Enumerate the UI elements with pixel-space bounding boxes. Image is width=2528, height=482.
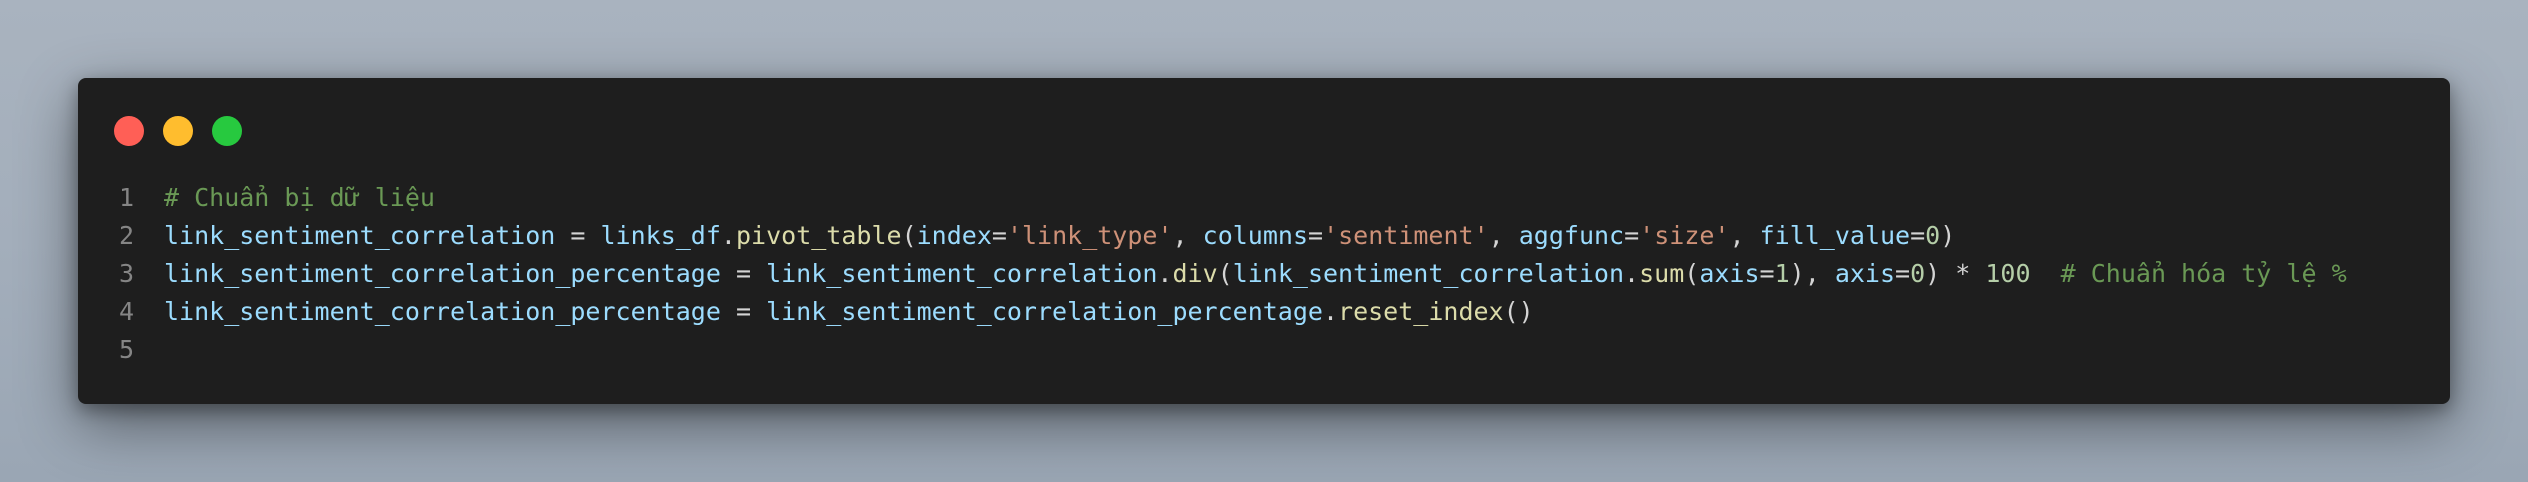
identifier-token: link_sentiment_correlation_percentage: [766, 297, 1323, 326]
operator-token: ,: [1172, 221, 1203, 250]
function-token: reset_index: [1338, 297, 1504, 326]
operator-token: =: [1910, 221, 1926, 250]
line-number: 2: [118, 221, 134, 250]
identifier-token: axis: [1834, 259, 1896, 288]
line-number: 4: [118, 297, 134, 326]
identifier-token: links_df: [600, 221, 721, 250]
operator-token: ): [1940, 221, 1956, 250]
comment-token: # Chuẩn hóa tỷ lệ %: [2060, 259, 2347, 288]
function-token: pivot_table: [735, 221, 902, 250]
operator-token: =: [991, 221, 1007, 250]
line-content: link_sentiment_correlation_percentage = …: [134, 255, 2347, 293]
line-content: link_sentiment_correlation = links_df.pi…: [134, 217, 1955, 255]
identifier-token: index: [916, 221, 992, 250]
operator-token: =: [1624, 221, 1640, 250]
identifier-token: link_sentiment_correlation_percentage: [164, 259, 721, 288]
code-editor[interactable]: 1 # Chuẩn bị dữ liệu 2 link_sentiment_co…: [78, 179, 2450, 369]
operator-token: [2031, 259, 2061, 288]
minimize-dot-icon[interactable]: [163, 116, 193, 146]
operator-token: .: [720, 221, 736, 250]
operator-token: =: [1895, 259, 1911, 288]
line-number: 5: [118, 335, 134, 364]
operator-token: .: [1624, 259, 1640, 288]
operator-token: (: [1684, 259, 1700, 288]
operator-token: ),: [1789, 259, 1835, 288]
operator-token: =: [720, 297, 767, 326]
operator-token: =: [720, 259, 767, 288]
identifier-token: columns: [1202, 221, 1308, 250]
comment-token: # Chuẩn bị dữ liệu: [164, 183, 435, 212]
identifier-token: fill_value: [1759, 221, 1911, 250]
code-line: 2 link_sentiment_correlation = links_df.…: [78, 217, 2450, 255]
identifier-token: axis: [1699, 259, 1760, 288]
code-line: 5: [78, 331, 2450, 369]
line-content: [134, 331, 164, 369]
close-dot-icon[interactable]: [114, 116, 144, 146]
operator-token: =: [1759, 259, 1775, 288]
operator-token: ,: [1729, 221, 1760, 250]
operator-token: .: [1157, 259, 1173, 288]
operator-token: =: [1308, 221, 1324, 250]
operator-token: =: [555, 221, 601, 250]
identifier-token: link_sentiment_correlation: [164, 221, 556, 250]
identifier-token: aggfunc: [1518, 221, 1625, 250]
operator-token: (: [1217, 259, 1233, 288]
number-token: 0: [1910, 259, 1926, 288]
string-token: 'link_type': [1006, 221, 1173, 250]
maximize-dot-icon[interactable]: [212, 116, 242, 146]
operator-token: ,: [1488, 221, 1519, 250]
string-token: 'sentiment': [1323, 221, 1489, 250]
operator-token: (): [1503, 297, 1534, 326]
number-token: 0: [1925, 221, 1941, 250]
code-line: 1 # Chuẩn bị dữ liệu: [78, 179, 2450, 217]
identifier-token: link_sentiment_correlation: [766, 259, 1158, 288]
number-token: 1: [1774, 259, 1790, 288]
string-token: 'size': [1639, 221, 1730, 250]
identifier-token: link_sentiment_correlation: [1232, 259, 1625, 288]
line-content: # Chuẩn bị dữ liệu: [134, 179, 435, 217]
code-window: 1 # Chuẩn bị dữ liệu 2 link_sentiment_co…: [78, 78, 2450, 404]
operator-token: (: [901, 221, 917, 250]
window-controls: [114, 116, 242, 146]
operator-token: ) *: [1925, 259, 1986, 288]
number-token: 100: [1985, 259, 2031, 288]
operator-token: .: [1322, 297, 1339, 326]
identifier-token: link_sentiment_correlation_percentage: [164, 297, 721, 326]
code-line: 3 link_sentiment_correlation_percentage …: [78, 255, 2450, 293]
line-content: link_sentiment_correlation_percentage = …: [134, 293, 1534, 331]
function-token: sum: [1639, 259, 1685, 288]
line-number: 1: [118, 183, 134, 212]
line-number: 3: [118, 259, 134, 288]
code-line: 4 link_sentiment_correlation_percentage …: [78, 293, 2450, 331]
function-token: div: [1172, 259, 1218, 288]
